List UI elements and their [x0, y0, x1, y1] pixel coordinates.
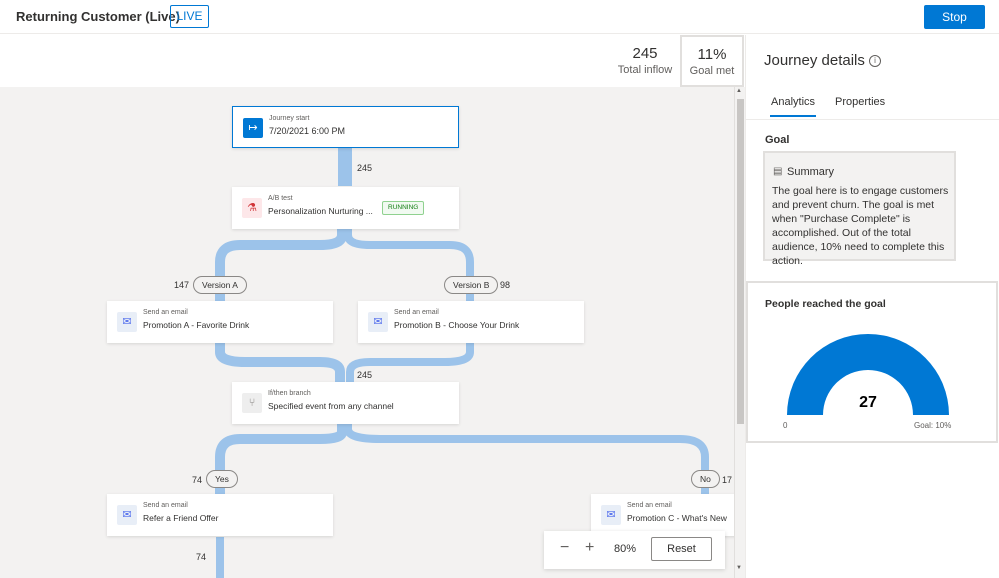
- total-inflow-label: Total inflow: [617, 64, 673, 76]
- flow-version-a-to-merge: [215, 343, 345, 383]
- node-kind: Send an email: [143, 502, 188, 509]
- scroll-up-arrow-icon[interactable]: ▲: [736, 88, 742, 94]
- tab-properties[interactable]: Properties: [835, 96, 885, 108]
- zoom-out-icon[interactable]: −: [560, 539, 569, 557]
- mail-icon: ✉: [368, 312, 388, 332]
- count-version-a: 147: [174, 280, 190, 290]
- email-promotion-a-node[interactable]: ✉ Send an email Promotion A - Favorite D…: [107, 301, 333, 343]
- branch-icon: ⑂: [242, 393, 262, 413]
- count-after-referral: 74: [196, 552, 207, 562]
- running-status-badge: RUNNING: [382, 201, 425, 215]
- mail-icon: ✉: [117, 505, 137, 525]
- node-name: Specified event from any channel: [268, 401, 394, 411]
- node-name: 7/20/2021 6:00 PM: [269, 126, 346, 136]
- gauge-value: 27: [859, 394, 877, 411]
- mail-icon: ✉: [117, 312, 137, 332]
- node-kind: Send an email: [627, 502, 672, 509]
- gauge-min-label: 0: [783, 421, 788, 430]
- count-after-start: 245: [357, 163, 373, 173]
- node-kind: Send an email: [143, 309, 188, 316]
- flow-branch-to-yes: [215, 424, 347, 495]
- count-version-b: 98: [500, 280, 511, 290]
- count-merged: 245: [357, 370, 373, 380]
- zoom-level: 80%: [614, 543, 637, 555]
- count-yes: 74: [192, 475, 203, 485]
- active-tab-indicator: [770, 115, 816, 117]
- version-b-label: Version B: [444, 276, 499, 294]
- goal-met-metric[interactable]: 11% Goal met: [680, 35, 744, 87]
- metrics-bar: 245 Total inflow 11% Goal met: [0, 35, 745, 87]
- version-a-label: Version A: [193, 276, 247, 294]
- zoom-in-icon[interactable]: +: [585, 539, 594, 557]
- yes-label: Yes: [206, 470, 238, 488]
- node-kind: Journey start: [269, 115, 310, 122]
- no-label: No: [691, 470, 720, 488]
- goal-met-value: 11%: [697, 46, 727, 63]
- tab-divider: [746, 119, 999, 120]
- node-name: Personalization Nurturing ...: [268, 206, 373, 216]
- node-kind: Send an email: [394, 309, 439, 316]
- gauge-max-label: Goal: 10%: [914, 421, 952, 430]
- scroll-thumb[interactable]: [737, 99, 744, 424]
- panel-title: Journey details: [764, 52, 865, 69]
- live-status-badge: LIVE: [170, 5, 209, 28]
- zoom-controls: − + 80% Reset: [544, 531, 725, 569]
- node-name: Promotion C - What's New: [627, 513, 727, 523]
- arrow-right-icon: ↦: [243, 118, 263, 138]
- summary-label: Summary: [787, 166, 835, 178]
- goal-met-label: Goal met: [689, 65, 735, 77]
- email-promotion-c-node[interactable]: ✉ Send an email Promotion C - What's New: [591, 494, 741, 536]
- node-kind: A/B test: [268, 195, 293, 202]
- journey-start-node[interactable]: ↦ Journey start 7/20/2021 6:00 PM: [232, 106, 459, 148]
- ab-test-node[interactable]: ⚗ A/B test Personalization Nurturing ...…: [232, 187, 459, 229]
- stop-button[interactable]: Stop: [924, 5, 985, 29]
- total-inflow-metric: 245 Total inflow: [612, 45, 678, 76]
- summary-text: The goal here is to engage customers and…: [772, 185, 949, 267]
- count-no: 17: [722, 475, 733, 485]
- if-then-branch-node[interactable]: ⑂ If/then branch Specified event from an…: [232, 382, 459, 424]
- mail-icon: ✉: [601, 505, 621, 525]
- tab-analytics[interactable]: Analytics: [771, 96, 815, 108]
- email-referral-node[interactable]: ✉ Send an email Refer a Friend Offer: [107, 494, 333, 536]
- node-name: Promotion B - Choose Your Drink: [394, 320, 520, 330]
- journey-details-panel: Journey details i Analytics Properties G…: [745, 35, 999, 578]
- node-kind: If/then branch: [268, 390, 311, 397]
- top-bar: Returning Customer (Live) LIVE Stop: [0, 0, 999, 34]
- flow-branch-to-no: [344, 424, 709, 495]
- journey-canvas[interactable]: ↦ Journey start 7/20/2021 6:00 PM 245 ⚗ …: [0, 87, 745, 578]
- reset-zoom-button[interactable]: Reset: [651, 537, 712, 561]
- scroll-down-arrow-icon[interactable]: ▼: [736, 565, 742, 571]
- journey-title: Returning Customer (Live): [16, 9, 180, 24]
- goal-summary-box: ▤ Summary The goal here is to engage cus…: [763, 151, 956, 267]
- total-inflow-value: 245: [632, 45, 658, 62]
- node-name: Refer a Friend Offer: [143, 513, 219, 523]
- goal-heading: Goal: [765, 134, 790, 146]
- clipboard-icon: ▤: [773, 166, 783, 177]
- goal-reached-card: People reached the goal 27 0 Goal: 10%: [746, 281, 998, 443]
- email-promotion-b-node[interactable]: ✉ Send an email Promotion B - Choose You…: [358, 301, 584, 343]
- info-icon[interactable]: i: [869, 55, 881, 67]
- goal-gauge: [787, 334, 949, 415]
- canvas-scrollbar[interactable]: ▲ ▼: [734, 87, 745, 578]
- flask-icon: ⚗: [242, 198, 262, 218]
- node-name: Promotion A - Favorite Drink: [143, 320, 250, 330]
